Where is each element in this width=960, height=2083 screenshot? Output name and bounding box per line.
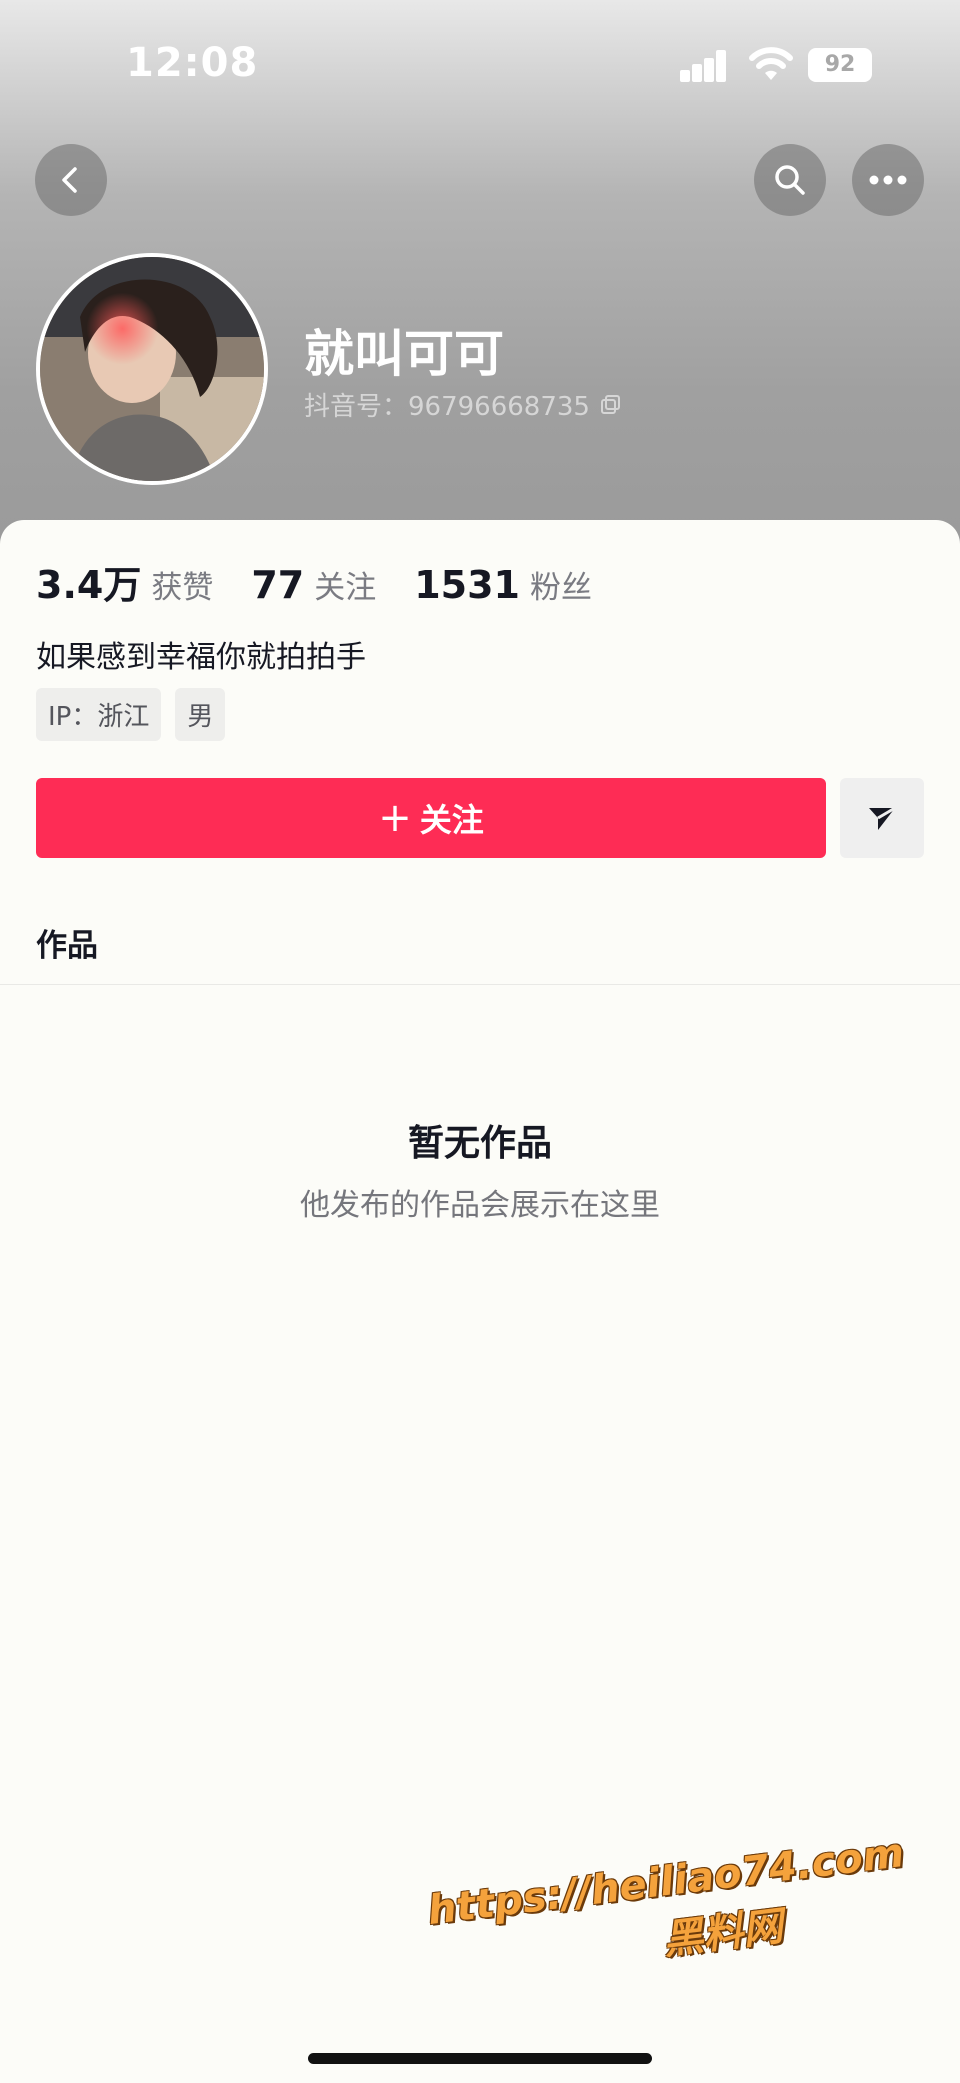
stat-following-value: 77 [251, 563, 305, 607]
send-icon [869, 806, 896, 830]
plus-icon: + [378, 795, 412, 841]
more-dots-icon [869, 175, 907, 185]
stat-following-label: 关注 [314, 570, 377, 606]
search-icon [775, 165, 805, 195]
avatar-photo-icon [40, 257, 264, 481]
douyin-id-text: 抖音号：96796668735 [304, 392, 590, 422]
tab-divider [0, 984, 960, 985]
home-indicator[interactable] [308, 2053, 652, 2064]
tag-gender: 男 [175, 688, 226, 741]
empty-state-title: 暂无作品 [407, 1123, 552, 1164]
back-button[interactable] [35, 144, 107, 216]
cellular-signal-icon [680, 50, 738, 82]
status-bar: 12:08 92 [0, 0, 960, 120]
douyin-id[interactable]: 抖音号：96796668735 [304, 386, 622, 423]
stat-followers[interactable]: 1531 粉丝 [414, 562, 592, 607]
battery-indicator: 92 [808, 48, 872, 82]
send-message-button[interactable] [840, 778, 924, 858]
empty-state-subtitle: 他发布的作品会展示在这里 [300, 1188, 660, 1223]
chevron-left-icon [62, 167, 77, 193]
profile-stats: 3.4万 获赞 77 关注 1531 粉丝 [36, 554, 630, 609]
tag-ip-location: IP：浙江 [36, 688, 162, 741]
search-button[interactable] [754, 144, 826, 216]
profile-bio: 如果感到幸福你就拍拍手 [36, 640, 366, 675]
profile-name: 就叫可可 [304, 325, 504, 383]
stat-following[interactable]: 77 关注 [251, 562, 376, 607]
more-options-button[interactable] [852, 144, 924, 216]
copy-icon[interactable] [600, 394, 622, 416]
tab-works[interactable]: 作品 [36, 920, 98, 965]
stat-likes[interactable]: 3.4万 获赞 [36, 554, 213, 609]
stat-followers-value: 1531 [414, 563, 520, 607]
status-time: 12:08 [126, 40, 259, 86]
stat-followers-label: 粉丝 [529, 570, 592, 606]
follow-label: 关注 [419, 801, 484, 839]
stat-likes-label: 获赞 [151, 570, 214, 606]
avatar[interactable] [36, 253, 268, 485]
profile-header: 12:08 92 就叫可可 抖音号：96796668735 [0, 0, 960, 560]
stat-likes-value: 3.4万 [36, 563, 142, 607]
profile-tags: IP：浙江 男 [36, 688, 226, 741]
wifi-icon [749, 47, 793, 80]
follow-button[interactable]: + 关注 [36, 778, 826, 858]
